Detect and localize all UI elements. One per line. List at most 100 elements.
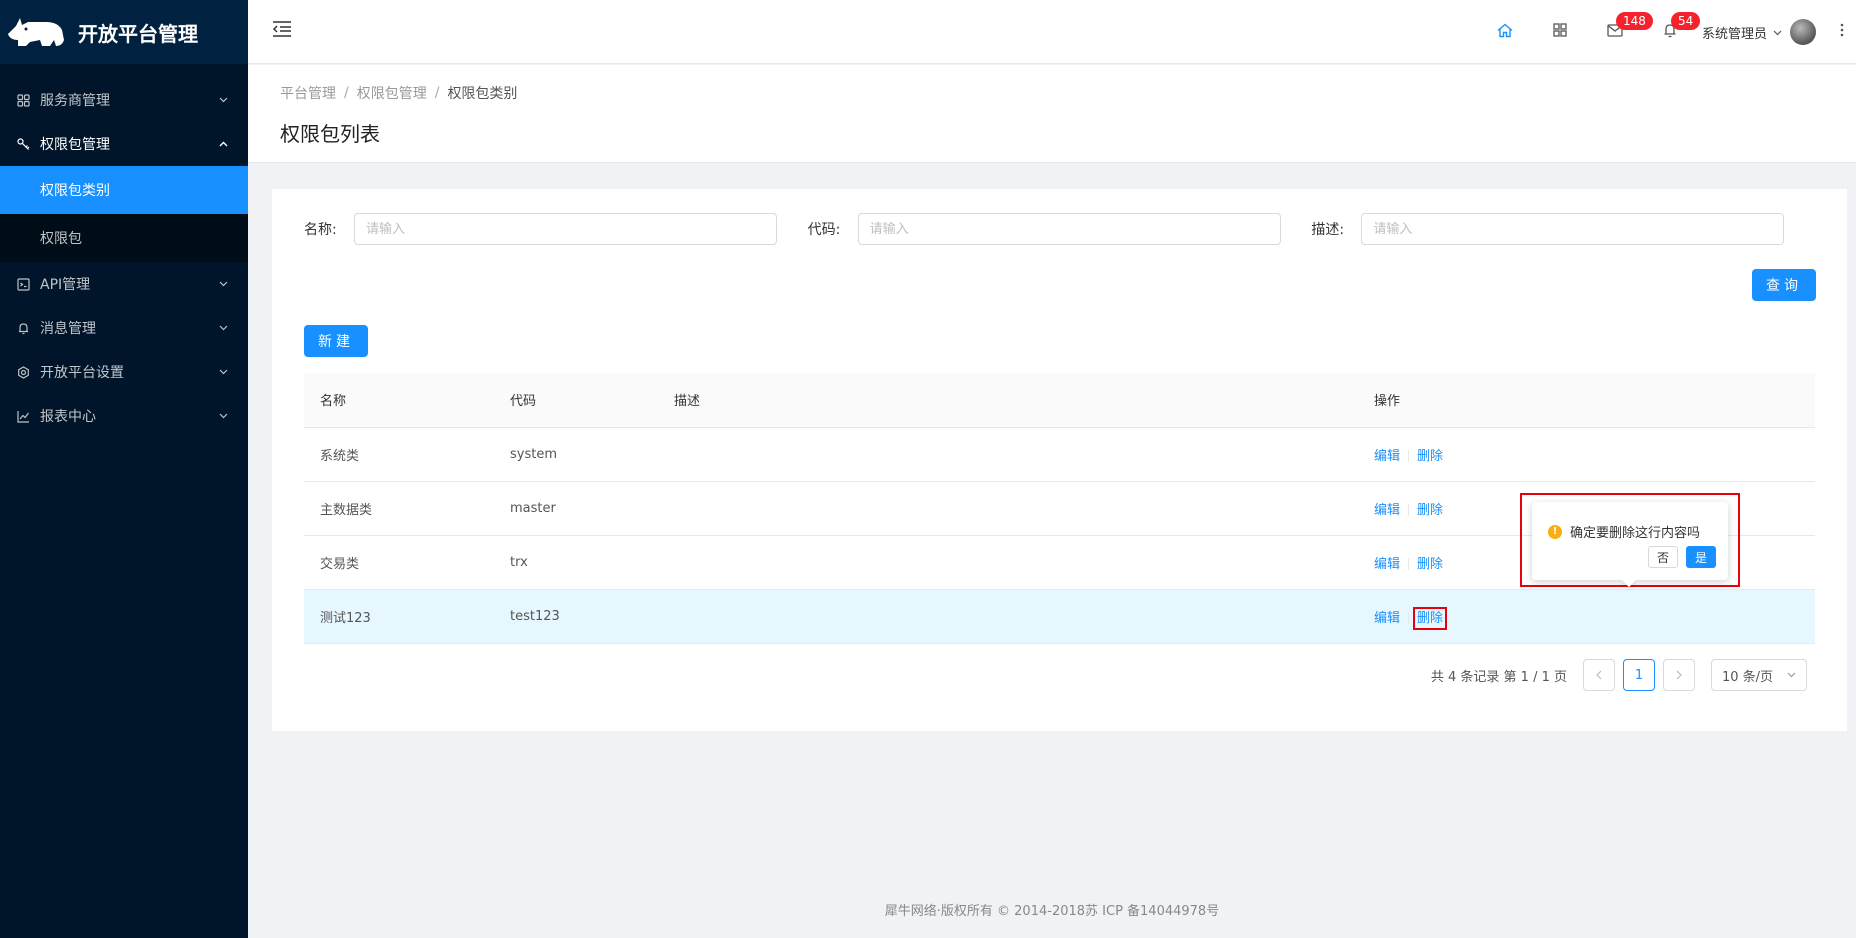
delete-link-highlighted[interactable]: 删除 — [1413, 606, 1448, 630]
code-label: 代码: — [807, 222, 841, 238]
popconfirm-text: 确定要删除这行内容吗 — [1570, 526, 1701, 541]
chevron-down-icon — [1787, 672, 1796, 678]
table-header-row: 名称 代码 描述 操作 — [304, 373, 1815, 428]
apps-button[interactable] — [1533, 0, 1588, 64]
cell-code: master — [494, 481, 658, 536]
menu-item-label: 开放平台设置 — [40, 365, 124, 381]
menu-fold-icon[interactable] — [272, 20, 294, 42]
cell-name: 系统类 — [304, 427, 494, 482]
cell-code: trx — [494, 535, 658, 590]
breadcrumb-item[interactable]: 平台管理 — [280, 83, 336, 103]
edit-link[interactable]: 编辑 — [1374, 557, 1400, 572]
menu-item-api[interactable]: API管理 — [0, 262, 248, 306]
chevron-down-icon — [218, 279, 228, 289]
breadcrumb-current: 权限包类别 — [447, 86, 518, 102]
menu-item-permission[interactable]: 权限包管理 — [0, 122, 248, 166]
menu-item-label: 报表中心 — [40, 409, 96, 425]
page-header: 平台管理 / 权限包管理 / 权限包类别 权限包列表 — [248, 65, 1856, 163]
chevron-up-icon — [218, 139, 228, 149]
cell-name: 测试123 — [304, 589, 494, 644]
mail-button[interactable]: 148 — [1588, 0, 1653, 64]
cell-action: 编辑 删除 — [1358, 427, 1815, 482]
edit-link[interactable]: 编辑 — [1374, 503, 1400, 518]
cell-desc — [658, 481, 1358, 536]
line-chart-icon — [16, 409, 30, 423]
next-page-button[interactable] — [1663, 659, 1695, 691]
table-row: 测试123 test123 编辑 删除 — [304, 589, 1815, 644]
column-header-name: 名称 — [304, 373, 494, 428]
popconfirm-buttons: 否 是 — [1648, 546, 1716, 568]
appstore-icon — [1553, 23, 1568, 41]
delete-link[interactable]: 删除 — [1417, 557, 1443, 572]
edit-link[interactable]: 编辑 — [1374, 449, 1400, 464]
menu-item-provider[interactable]: 服务商管理 — [0, 78, 248, 122]
new-button[interactable]: 新建 — [304, 325, 368, 357]
page-size-select[interactable]: 10 条/页 — [1711, 659, 1807, 691]
menu-item-label: 消息管理 — [40, 321, 96, 337]
delete-link[interactable]: 删除 — [1417, 503, 1443, 518]
logo[interactable]: 开放平台管理 — [0, 0, 248, 64]
cell-desc — [658, 589, 1358, 644]
notification-button[interactable]: 54 — [1643, 0, 1701, 64]
avatar — [1790, 19, 1816, 45]
top-header: 148 54 系统管理员 — [248, 0, 1856, 64]
user-menu[interactable]: 系统管理员 — [1698, 0, 1828, 64]
menu-item-settings[interactable]: 开放平台设置 — [0, 350, 248, 394]
cell-action: 编辑 删除 — [1358, 589, 1815, 644]
page-button[interactable]: 1 — [1623, 659, 1655, 691]
breadcrumb-separator: / — [344, 85, 349, 101]
column-header-code: 代码 — [494, 373, 658, 428]
query-button[interactable]: 查询 — [1752, 269, 1816, 301]
edit-link[interactable]: 编辑 — [1374, 611, 1400, 626]
notification-badge: 54 — [1670, 12, 1701, 30]
delete-link[interactable]: 删除 — [1417, 449, 1443, 464]
desc-input[interactable] — [1361, 213, 1785, 245]
action-divider — [1408, 612, 1410, 624]
chevron-down-icon — [218, 367, 228, 377]
menu-item-label: 服务商管理 — [40, 93, 110, 109]
pagination-total: 共 4 条记录 第 1 / 1 页 — [1430, 669, 1567, 685]
prev-page-button[interactable] — [1583, 659, 1615, 691]
chevron-down-icon — [1773, 25, 1782, 40]
cell-code: test123 — [494, 589, 658, 644]
home-button[interactable] — [1478, 0, 1533, 64]
code-form-item: 代码: — [808, 213, 1312, 245]
sidebar-item-permission-package[interactable]: 权限包 — [0, 214, 248, 262]
sidebar-item-permission-category[interactable]: 权限包类别 — [0, 166, 248, 214]
footer-copyright: 犀牛网络·版权所有 © 2014-2018苏 ICP 备14044978号 — [884, 904, 1220, 919]
side-menu: 服务商管理 权限包管理 权限包类别 权限包 API管理 消息管理 开放平台设置 … — [0, 78, 248, 438]
page-size-value: 10 条/页 — [1722, 669, 1774, 685]
menu-item-report[interactable]: 报表中心 — [0, 394, 248, 438]
chevron-right-icon — [1676, 670, 1682, 680]
cluster-icon — [16, 93, 30, 107]
action-divider — [1408, 450, 1410, 462]
delete-popconfirm: ! 确定要删除这行内容吗 否 是 — [1532, 502, 1728, 580]
permission-submenu: 权限包类别 权限包 — [0, 166, 248, 262]
cell-code: system — [494, 427, 658, 482]
breadcrumb-separator: / — [434, 85, 440, 101]
column-header-desc: 描述 — [658, 373, 1358, 428]
more-vertical-icon — [1840, 23, 1844, 41]
popconfirm-ok-button[interactable]: 是 — [1686, 546, 1716, 568]
chevron-down-icon — [218, 411, 228, 421]
name-label: 名称: — [304, 222, 337, 238]
header-actions: 148 54 系统管理员 — [1478, 0, 1856, 64]
code-input[interactable] — [857, 213, 1281, 245]
user-name: 系统管理员 — [1701, 26, 1767, 42]
bell-icon — [16, 321, 30, 335]
home-icon — [1497, 23, 1513, 42]
content-card: 名称: 代码: 描述: 查询 新建 名称 代码 描述 操作 系统类 system — [272, 189, 1847, 731]
app-title: 开放平台管理 — [78, 21, 198, 46]
breadcrumb-item[interactable]: 权限包管理 — [357, 83, 427, 103]
action-divider — [1408, 504, 1410, 516]
key-icon — [16, 137, 30, 151]
more-button[interactable] — [1828, 0, 1856, 64]
menu-item-message[interactable]: 消息管理 — [0, 306, 248, 350]
action-divider — [1408, 558, 1410, 570]
name-input[interactable] — [354, 213, 777, 245]
chevron-left-icon — [1596, 670, 1602, 680]
exclamation-circle-icon: ! — [1548, 524, 1562, 539]
column-header-action: 操作 — [1358, 373, 1815, 428]
cell-desc — [658, 535, 1358, 590]
popconfirm-cancel-button[interactable]: 否 — [1648, 546, 1678, 568]
